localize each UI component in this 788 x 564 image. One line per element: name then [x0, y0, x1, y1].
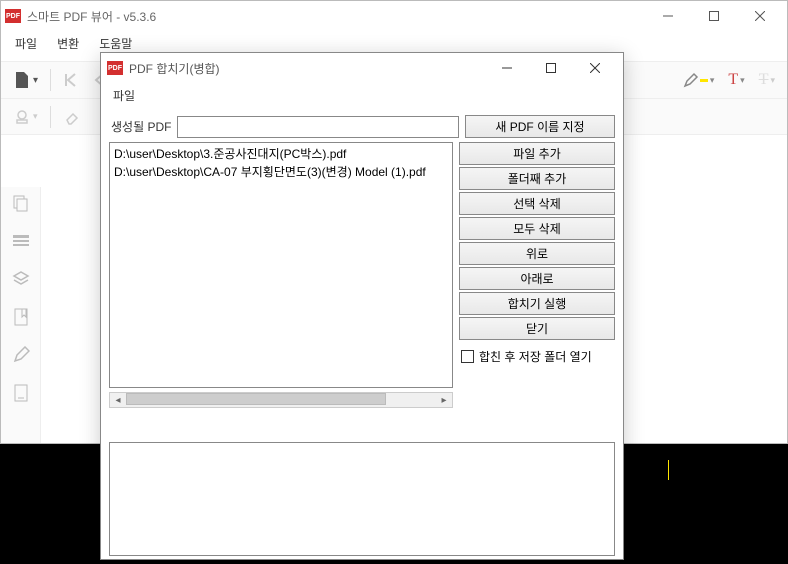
move-down-button[interactable]: 아래로	[459, 267, 615, 290]
strike-button[interactable]: T ▾	[753, 67, 781, 93]
text-button[interactable]: T ▾	[722, 67, 750, 93]
file-list[interactable]: D:\user\Desktop\3.준공사진대지(PC박스).pdf D:\us…	[109, 142, 453, 388]
list-item[interactable]: D:\user\Desktop\3.준공사진대지(PC박스).pdf	[114, 145, 448, 163]
minimize-icon	[502, 63, 512, 73]
minimize-icon	[663, 11, 673, 21]
delete-all-button[interactable]: 모두 삭제	[459, 217, 615, 240]
app-icon: PDF	[5, 9, 21, 23]
close-button[interactable]	[737, 1, 783, 31]
open-folder-checkbox[interactable]	[461, 350, 474, 363]
bookmark-icon[interactable]	[9, 305, 33, 329]
maximize-icon	[546, 63, 556, 73]
dialog-maximize-button[interactable]	[529, 53, 573, 83]
main-titlebar: PDF 스마트 PDF 뷰어 - v5.3.6	[1, 1, 787, 31]
separator	[50, 69, 51, 91]
dialog-titlebar: PDF PDF 합치기(병합)	[101, 53, 623, 83]
horizontal-scrollbar[interactable]: ◂ ▸	[109, 392, 453, 408]
eraser-icon	[63, 108, 81, 126]
new-pdf-name-button[interactable]: 새 PDF 이름 지정	[465, 115, 615, 138]
text-cursor	[668, 460, 669, 480]
generated-pdf-label: 생성될 PDF	[109, 118, 171, 135]
separator	[50, 106, 51, 128]
minimize-button[interactable]	[645, 1, 691, 31]
layout-icon[interactable]	[9, 229, 33, 253]
merge-button[interactable]: 합치기 실행	[459, 292, 615, 315]
edit-icon[interactable]	[9, 343, 33, 367]
app-icon: PDF	[107, 61, 123, 75]
first-page-button[interactable]	[57, 68, 85, 92]
dialog-menu-file[interactable]: 파일	[105, 84, 143, 107]
close-icon	[755, 11, 765, 21]
move-up-button[interactable]: 위로	[459, 242, 615, 265]
open-button[interactable]: ▾	[7, 67, 44, 93]
menu-convert[interactable]: 변환	[47, 32, 89, 55]
scroll-thumb[interactable]	[126, 393, 386, 405]
log-area[interactable]	[109, 442, 615, 556]
list-item[interactable]: D:\user\Desktop\CA-07 부지횡단면도(3)(변경) Mode…	[114, 163, 448, 181]
close-button[interactable]: 닫기	[459, 317, 615, 340]
menu-file[interactable]: 파일	[5, 32, 47, 55]
add-file-button[interactable]: 파일 추가	[459, 142, 615, 165]
sidebar	[1, 187, 41, 443]
merge-dialog: PDF PDF 합치기(병합) 파일 생성될 PDF 새 PDF 이름 지정 D…	[100, 52, 624, 560]
pencil-icon	[683, 72, 699, 88]
dialog-minimize-button[interactable]	[485, 53, 529, 83]
close-icon	[590, 63, 600, 73]
generated-pdf-input[interactable]	[177, 116, 459, 138]
layers-icon[interactable]	[9, 267, 33, 291]
main-title: 스마트 PDF 뷰어 - v5.3.6	[27, 8, 645, 25]
dialog-close-button[interactable]	[573, 53, 617, 83]
dialog-menubar: 파일	[101, 83, 623, 107]
delete-selected-button[interactable]: 선택 삭제	[459, 192, 615, 215]
save-icon[interactable]	[9, 381, 33, 405]
highlight-button[interactable]: ▾	[677, 68, 721, 92]
scroll-left-icon[interactable]: ◂	[110, 393, 126, 407]
stamp-icon	[13, 108, 31, 126]
scroll-right-icon[interactable]: ▸	[436, 393, 452, 407]
maximize-icon	[709, 11, 719, 21]
open-folder-label: 합친 후 저장 폴더 열기	[479, 348, 592, 365]
pages-icon[interactable]	[9, 191, 33, 215]
eraser-button[interactable]	[57, 104, 87, 130]
stamp-button[interactable]: ▾	[7, 104, 44, 130]
dialog-title: PDF 합치기(병합)	[129, 60, 485, 77]
maximize-button[interactable]	[691, 1, 737, 31]
document-icon	[13, 71, 31, 89]
add-folder-button[interactable]: 폴더째 추가	[459, 167, 615, 190]
first-icon	[63, 72, 79, 88]
